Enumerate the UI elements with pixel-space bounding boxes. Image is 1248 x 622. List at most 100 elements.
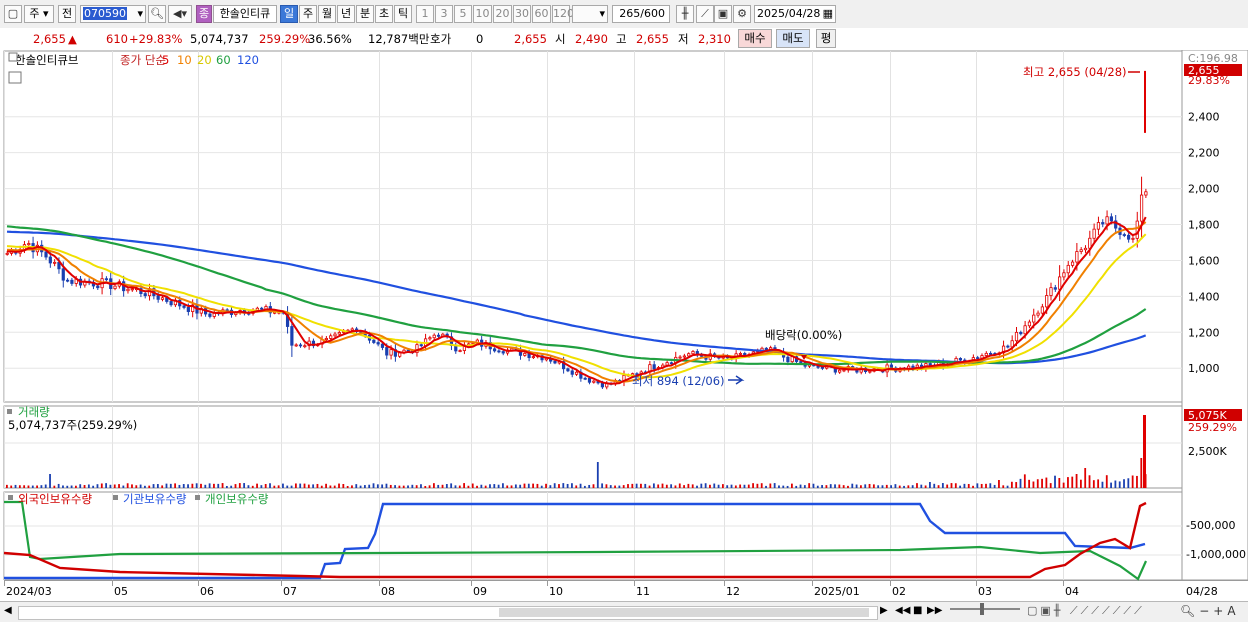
volume-bar [898, 485, 901, 488]
zoom-slider-handle[interactable] [980, 603, 984, 615]
calendar-icon[interactable]: ▦ [823, 6, 833, 22]
prev-button[interactable]: 전 [58, 5, 76, 23]
y-tick-label: 1,400 [1188, 290, 1220, 303]
unit-select[interactable]: ▾ [572, 5, 608, 23]
market-select[interactable]: 주 ▾ [24, 5, 54, 23]
period-tab[interactable]: 틱 [394, 5, 412, 23]
candle-body [592, 380, 596, 383]
holding-tick: -500,000 [1186, 519, 1235, 532]
volume-bar [260, 485, 263, 488]
volume-bar [27, 485, 30, 488]
change-percent: +29.83% [129, 32, 183, 46]
buy-button[interactable]: 매수 [738, 29, 772, 48]
stop-icon[interactable]: ■ [913, 605, 922, 616]
candle-icon[interactable]: ╫ [676, 5, 694, 23]
candle-body [303, 345, 307, 348]
volume-bar [131, 484, 133, 488]
volume-bar [916, 483, 918, 488]
candle-body [1019, 331, 1023, 335]
volume-bar [1062, 482, 1065, 488]
zoom-controls[interactable]: 🔍︎−+A [1180, 604, 1240, 618]
x-axis-label: 05 [114, 585, 128, 598]
candle-body [1122, 234, 1126, 236]
candle-body [497, 350, 501, 353]
count-input[interactable]: 265/600 [612, 5, 670, 23]
average-button[interactable]: 평 [816, 29, 836, 48]
zoom-slider[interactable] [950, 603, 1020, 615]
volume-bar [1092, 480, 1095, 488]
draw-icon[interactable]: ⟋ [696, 5, 714, 23]
volume-bar [441, 484, 444, 488]
volume-bar [778, 485, 780, 488]
rewind-icon[interactable]: ◀◀ [895, 605, 910, 616]
interval-tab[interactable]: 20 [493, 5, 512, 23]
volume-bar [855, 484, 858, 488]
forward-icon[interactable]: ▶▶ [927, 605, 942, 616]
volume-bar [230, 485, 233, 488]
scrollbar-track[interactable] [18, 606, 878, 620]
volume-bar [989, 483, 992, 488]
volume-bar [903, 485, 905, 488]
candle-body [889, 364, 894, 369]
volume-bar [562, 483, 565, 488]
chevron-down-icon[interactable]: ▾ [137, 6, 143, 22]
x-axis-label: 11 [636, 585, 650, 598]
gear-icon[interactable]: ⚙ [733, 5, 751, 23]
period-tab[interactable]: 주 [299, 5, 317, 23]
volume-bar [527, 483, 530, 488]
interval-tab[interactable]: 3 [435, 5, 453, 23]
interval-tab[interactable]: 10 [473, 5, 492, 23]
speaker-icon[interactable]: ◀▾ [168, 5, 192, 23]
scroll-left-icon[interactable]: ◀ [4, 605, 12, 616]
volume-bar [1045, 477, 1048, 488]
chevron-down-icon: ▾ [599, 7, 605, 20]
volume-bar [269, 483, 271, 488]
candle-body [458, 350, 462, 352]
period-tab[interactable]: 일 [280, 5, 298, 23]
volume-bar [1006, 485, 1009, 488]
volume-bar [165, 483, 168, 488]
hoga-label: 호가 [430, 32, 452, 46]
volume-bar [596, 462, 599, 488]
interval-tab[interactable]: 5 [454, 5, 472, 23]
period-tab[interactable]: 월 [318, 5, 336, 23]
volume-bar [627, 484, 629, 488]
volume-bar [394, 485, 396, 488]
candle-body [419, 344, 423, 347]
period-tab[interactable]: 분 [356, 5, 374, 23]
scroll-right-icon[interactable]: ▶ [880, 605, 888, 616]
volume-bar [890, 485, 893, 488]
volume-bar [933, 483, 936, 488]
candle-body [113, 285, 117, 289]
drawing-tools[interactable]: ▢▣╫ ⟋⟋⟋⟋⟋⟋⟋ [1027, 604, 1145, 618]
legend-type: 종가 단순 [120, 53, 166, 67]
volume-bar [816, 485, 819, 488]
volume-bar [368, 484, 371, 488]
save-icon[interactable]: ▣ [714, 5, 732, 23]
interval-tab[interactable]: 1 [416, 5, 434, 23]
scrollbar-thumb[interactable] [499, 608, 869, 617]
period-tab[interactable]: 년 [337, 5, 355, 23]
sell-button[interactable]: 매도 [776, 29, 810, 48]
legend-ma-60: 60 [216, 53, 231, 67]
search-icon[interactable]: 🔍︎ [148, 5, 166, 23]
x-axis-label: 10 [549, 585, 563, 598]
volume-bar [782, 485, 785, 488]
interval-tab[interactable]: 30 [513, 5, 531, 23]
volume-bar [1114, 480, 1117, 488]
interval-tab[interactable]: 60 [532, 5, 551, 23]
volume-bar [765, 485, 767, 488]
interval-tab[interactable]: 120 [552, 5, 574, 23]
volume-bar [1032, 481, 1035, 488]
code-input[interactable]: 070590 ▾ [80, 5, 146, 23]
period-tab[interactable]: 초 [375, 5, 393, 23]
date-input[interactable]: 2025/04/28 ▦ [754, 5, 836, 23]
candle-body [1070, 261, 1075, 266]
candle-body [385, 347, 389, 356]
volume-bar [588, 484, 591, 488]
open-value: 2,490 [575, 32, 608, 46]
holding-legend-marker [195, 495, 200, 500]
window-menu-icon[interactable]: ▢ [4, 5, 22, 23]
volume-bar [14, 484, 17, 488]
volume-bar [277, 485, 280, 488]
